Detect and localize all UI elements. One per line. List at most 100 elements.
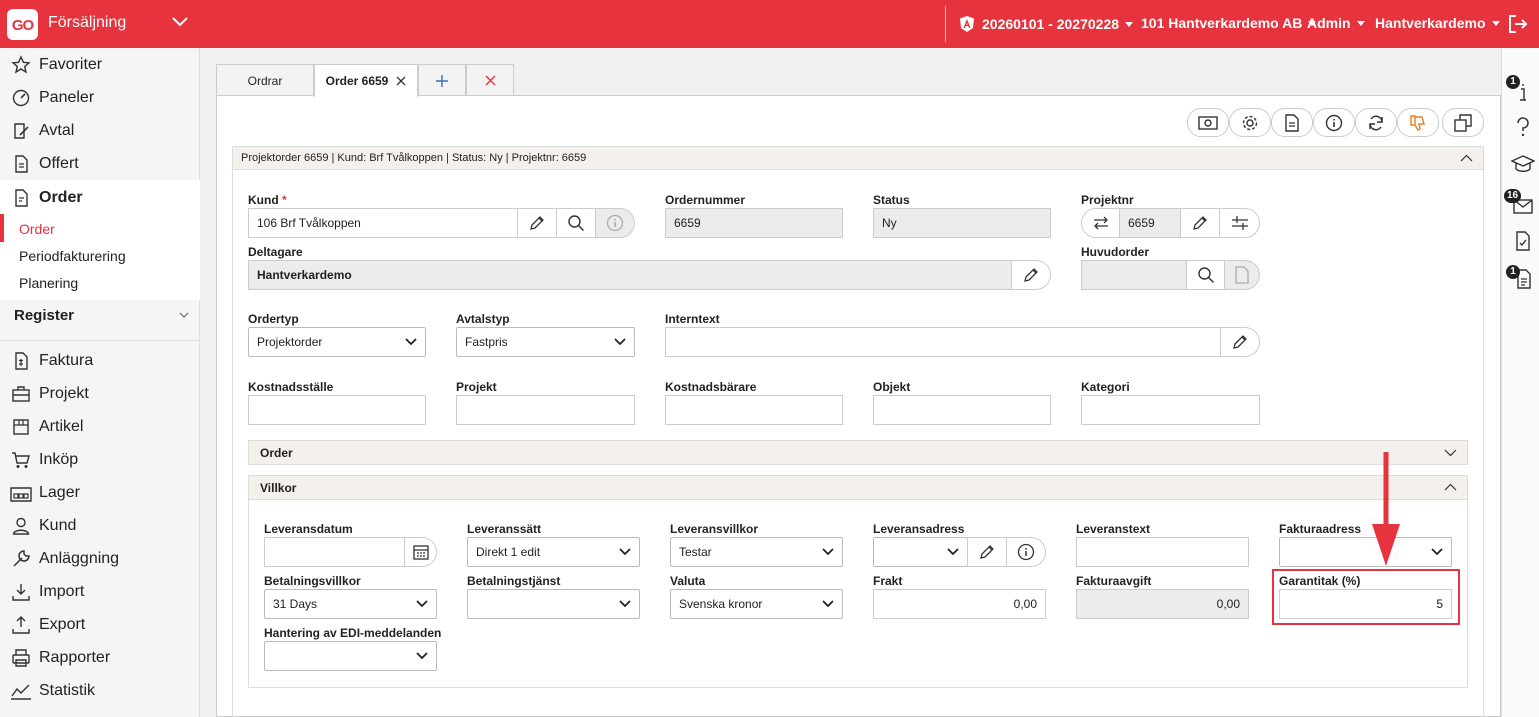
edi-select[interactable] [264, 641, 437, 671]
edit-interntext-button[interactable] [1220, 327, 1260, 357]
graduation-cap-icon[interactable] [1511, 154, 1535, 174]
avtalstyp-select[interactable]: Fastpris [456, 327, 635, 357]
edit-deltagare-button[interactable] [1011, 260, 1051, 290]
betalningsvillkor-label: Betalningsvillkor [264, 574, 361, 588]
betalningstjanst-select[interactable] [467, 589, 640, 619]
kund-label: Kund * [248, 193, 287, 207]
sidebar-item-import[interactable]: Import [0, 575, 200, 608]
ordertyp-select[interactable]: Projektorder [248, 327, 426, 357]
sidebar-item-paneler[interactable]: Paneler [0, 81, 200, 114]
betalningstjanst-label: Betalningstjänst [467, 574, 561, 588]
sidebar-item-lager[interactable]: Lager [0, 476, 200, 509]
leveransvillkor-label: Leveransvillkor [670, 522, 759, 536]
swap-project-button[interactable] [1081, 208, 1120, 238]
copy-button[interactable] [1442, 108, 1484, 137]
sidebar-item-kund[interactable]: Kund [0, 509, 200, 542]
kund-info-button[interactable] [595, 208, 635, 238]
valuta-select[interactable]: Svenska kronor [670, 589, 843, 619]
project-settings-button[interactable] [1219, 208, 1260, 238]
chevron-down-icon [416, 600, 428, 608]
money-button[interactable] [1187, 108, 1229, 137]
period-selector[interactable]: 20260101 - 20270228 [958, 15, 1134, 33]
leveranssatt-select[interactable]: Direkt 1 edit [467, 537, 640, 567]
kategori-field[interactable] [1081, 395, 1260, 425]
frakt-field[interactable]: 0,00 [873, 589, 1046, 619]
document-button[interactable] [1271, 108, 1313, 137]
close-all-tabs-button[interactable] [466, 64, 514, 96]
leveransadress-select[interactable] [873, 537, 968, 567]
tab-ordrar[interactable]: Ordrar [216, 64, 314, 96]
projekt-field[interactable] [456, 395, 635, 425]
interntext-field[interactable] [665, 327, 1221, 357]
dislike-button[interactable] [1397, 108, 1439, 137]
wrench-icon [0, 549, 39, 569]
sidebar-item-favoriter[interactable]: Favoriter [0, 48, 200, 81]
user-selector[interactable]: Hantverkardemo [1375, 15, 1500, 31]
sidebar-item-inkop[interactable]: Inköp [0, 443, 200, 476]
sidebar-item-rapporter[interactable]: Rapporter [0, 641, 200, 674]
leveranstext-field[interactable] [1076, 537, 1249, 567]
chevron-down-icon[interactable] [171, 16, 189, 28]
fakturaadress-select[interactable] [1279, 537, 1452, 567]
sidebar-item-statistik[interactable]: Statistik [0, 674, 200, 707]
huvudorder-field [1081, 260, 1187, 290]
kostnadsbarare-field[interactable] [665, 395, 843, 425]
leveransdatum-field[interactable] [264, 537, 405, 567]
chevron-up-icon[interactable] [1444, 483, 1457, 491]
sidebar-subitem-periodfakturering[interactable]: Periodfakturering [19, 248, 126, 264]
company-selector[interactable]: 101 Hantverkardemo AB [1141, 15, 1317, 31]
add-tab-button[interactable] [418, 64, 466, 96]
sidebar-group-register[interactable]: Register [14, 307, 74, 324]
logout-icon[interactable] [1507, 13, 1529, 35]
sidebar-item-anlaggning[interactable]: Anläggning [0, 542, 200, 575]
villkor-section-header[interactable]: Villkor [248, 475, 1468, 500]
objekt-field[interactable] [873, 395, 1051, 425]
settings-button[interactable] [1229, 108, 1271, 137]
reload-button[interactable] [1355, 108, 1397, 137]
sidebar-subitem-planering[interactable]: Planering [19, 275, 78, 291]
leveranssatt-label: Leveranssätt [467, 522, 542, 536]
company-label: 101 Hantverkardemo AB [1141, 15, 1303, 31]
edit-project-button[interactable] [1180, 208, 1220, 238]
user-label: Hantverkardemo [1375, 15, 1486, 31]
signed-document-icon[interactable] [1513, 230, 1533, 252]
kund-field[interactable]: 106 Brf Tvålkoppen [248, 208, 518, 238]
caret-down-icon [1356, 20, 1365, 26]
app-logo[interactable]: GO [7, 9, 38, 40]
role-selector[interactable]: Admin [1307, 15, 1365, 31]
order-section-header[interactable]: Order [248, 440, 1468, 465]
edit-leveransadress-button[interactable] [967, 537, 1007, 567]
leveransadress-info-button[interactable] [1006, 537, 1046, 567]
help-icon[interactable] [1514, 116, 1532, 138]
sidebar-item-projekt[interactable]: Projekt [0, 377, 200, 410]
search-huvudorder-button[interactable] [1186, 260, 1225, 290]
kostnadsstalle-field[interactable] [248, 395, 426, 425]
edit-kund-button[interactable] [517, 208, 557, 238]
leveranstext-label: Leveranstext [1076, 522, 1151, 536]
chevron-up-icon[interactable] [1460, 154, 1473, 162]
betalningsvillkor-select[interactable]: 31 Days [264, 589, 437, 619]
chevron-down-icon[interactable] [1444, 449, 1457, 457]
sidebar-item-order[interactable]: Order [0, 181, 200, 214]
sidebar-item-offert[interactable]: Offert [0, 147, 200, 180]
sidebar-item-export[interactable]: Export [0, 608, 200, 641]
swap-icon [1093, 216, 1109, 230]
calendar-button[interactable] [404, 537, 437, 567]
sidebar-item-artikel[interactable]: Artikel [0, 410, 200, 443]
open-huvudorder-button[interactable] [1224, 260, 1260, 290]
close-icon[interactable] [396, 76, 406, 86]
chevron-down-icon [822, 600, 834, 608]
sidebar-item-faktura[interactable]: Faktura [0, 344, 200, 377]
search-kund-button[interactable] [556, 208, 596, 238]
kostnadsstalle-label: Kostnadsställe [248, 380, 334, 394]
info-button[interactable] [1313, 108, 1355, 137]
sidebar-item-avtal[interactable]: Avtal [0, 114, 200, 147]
tab-order[interactable]: Order 6659 [314, 64, 418, 97]
sidebar-subitem-order[interactable]: Order [19, 221, 55, 237]
chart-icon [0, 681, 39, 701]
module-title[interactable]: Försäljning [48, 14, 126, 32]
chevron-down-icon[interactable] [179, 312, 189, 319]
warehouse-icon [0, 483, 39, 503]
order-summary-header[interactable]: Projektorder 6659 | Kund: Brf Tvålkoppen… [232, 146, 1484, 170]
leveransvillkor-select[interactable]: Testar [670, 537, 843, 567]
